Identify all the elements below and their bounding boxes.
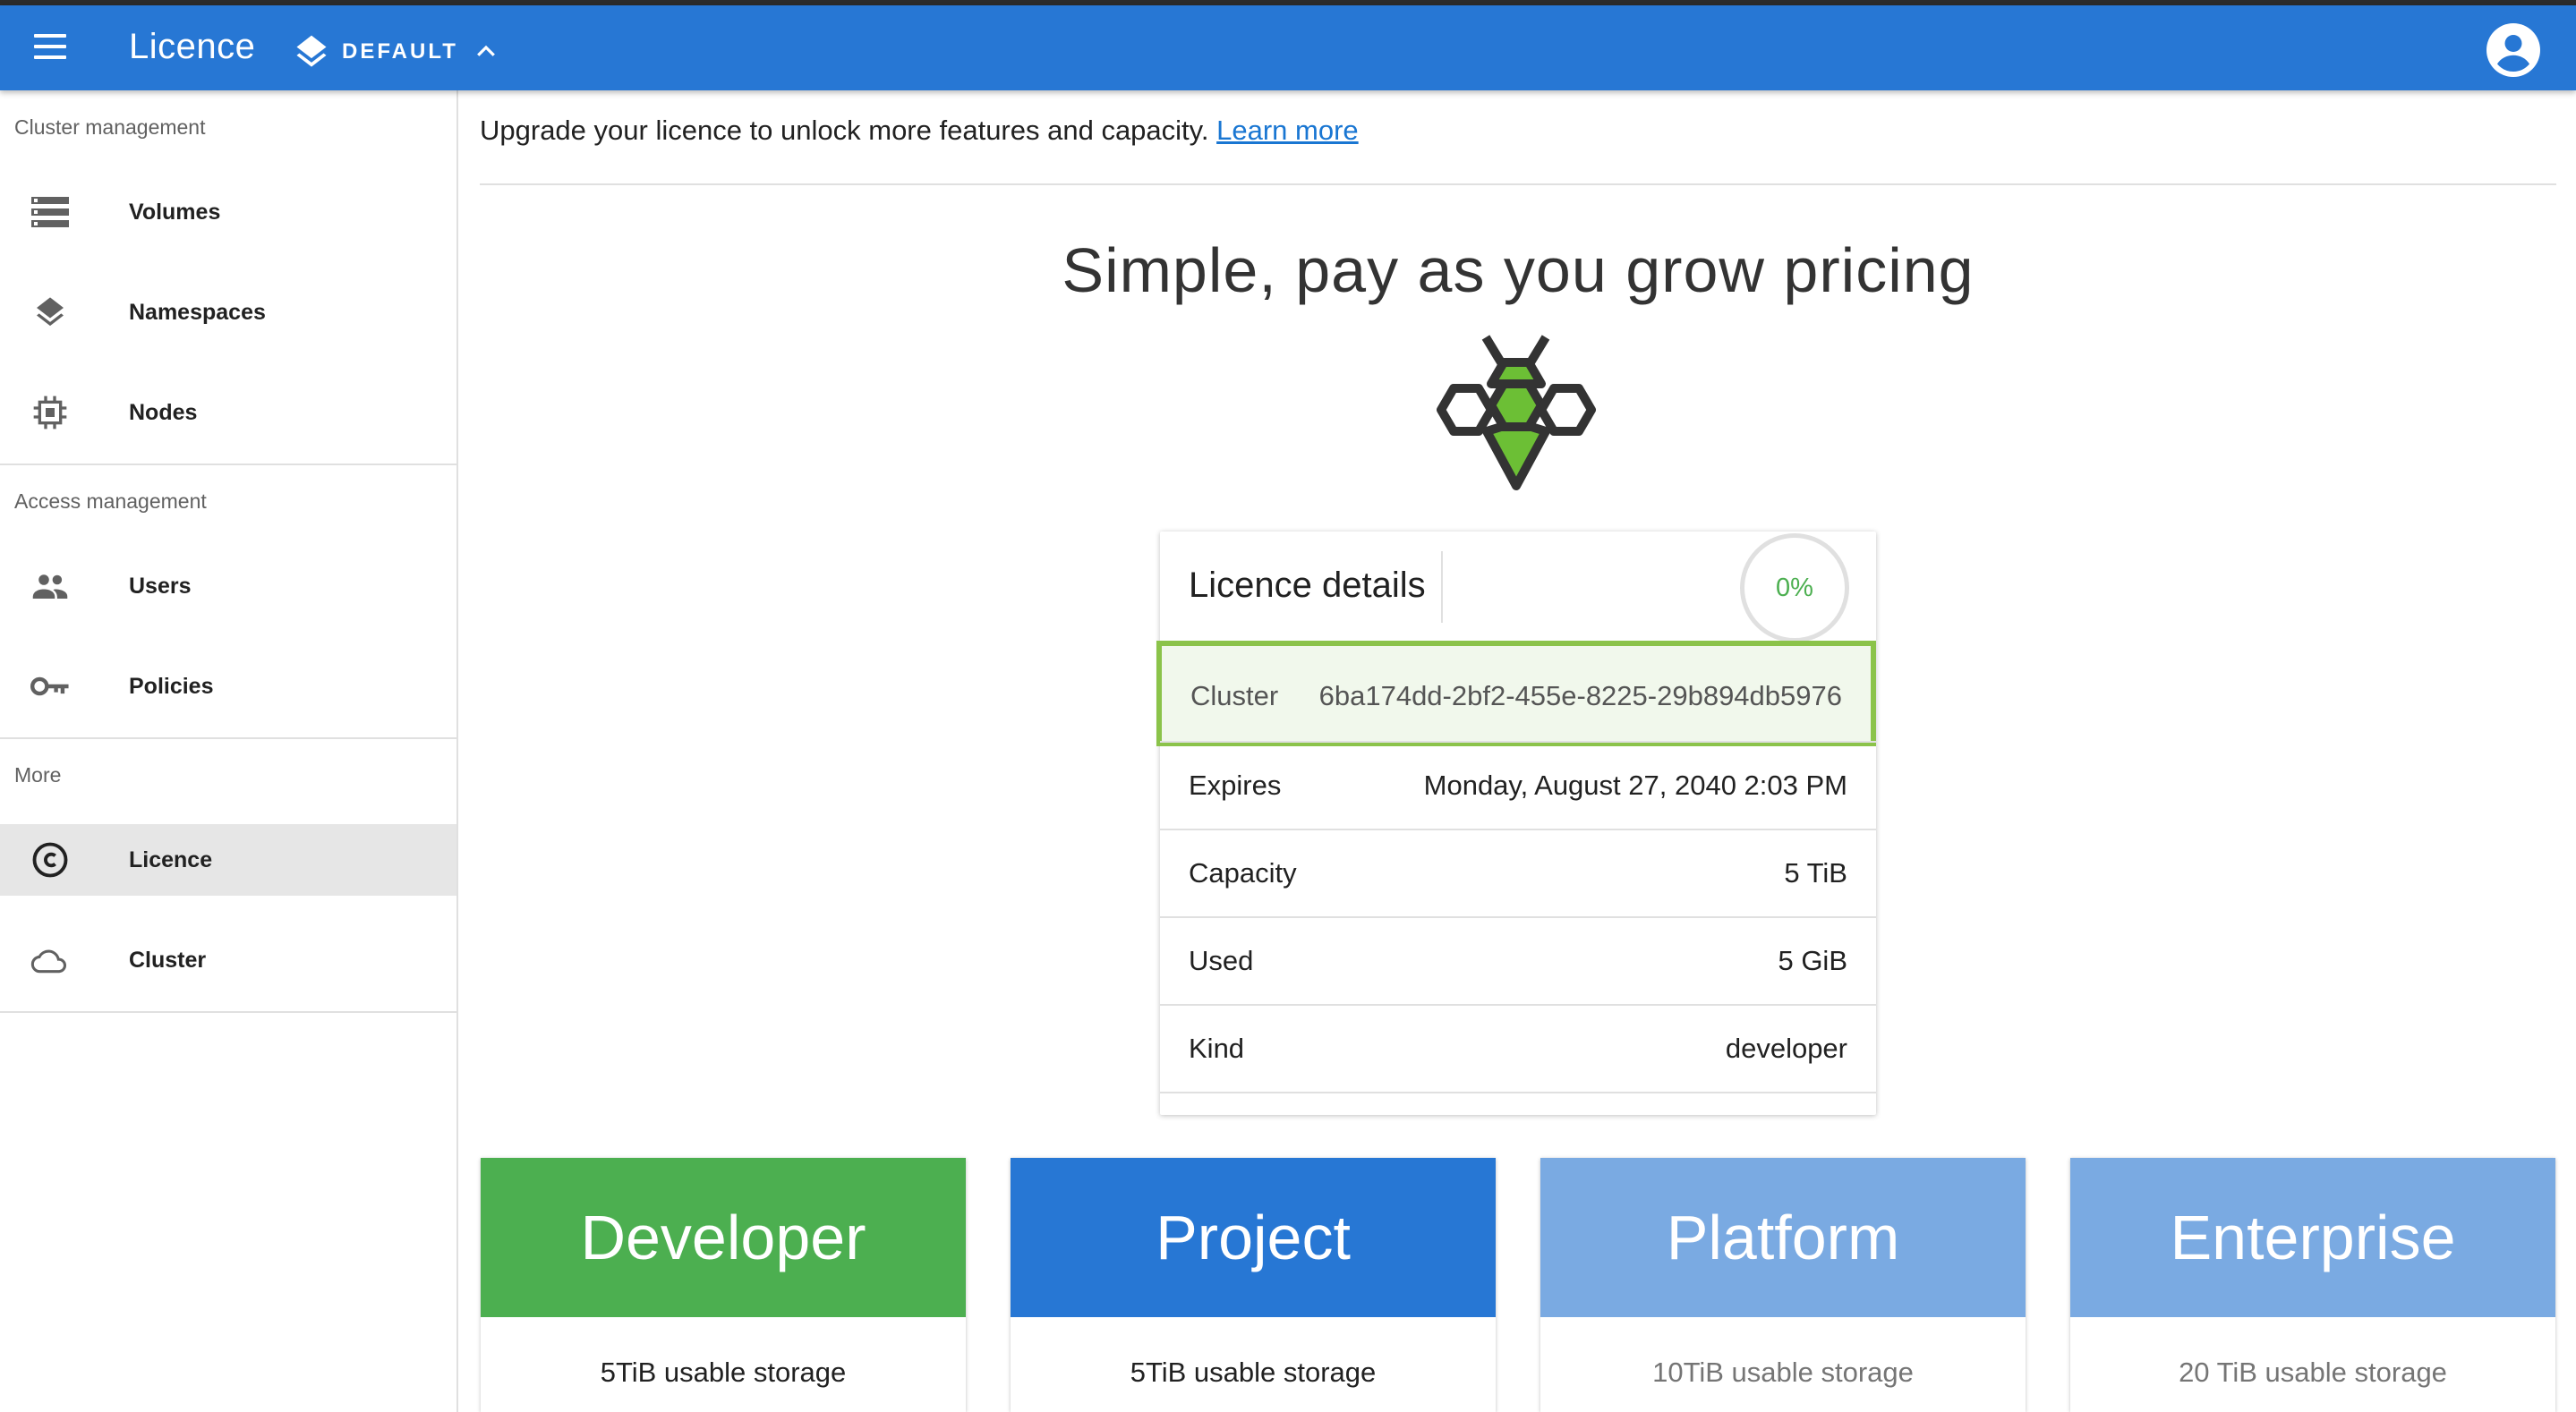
plan-name: Project	[1156, 1203, 1351, 1272]
plan-card-developer[interactable]: Developer 5TiB usable storage	[481, 1158, 966, 1412]
copyright-icon	[30, 840, 70, 880]
card-header-separator	[1441, 551, 1443, 623]
usage-percent: 0%	[1776, 573, 1813, 602]
licence-row-kind: Kind developer	[1160, 1004, 1876, 1093]
licence-row-value: 5 TiB	[1784, 857, 1847, 889]
licence-row-key: Kind	[1189, 1033, 1245, 1064]
plan-name: Enterprise	[2170, 1203, 2456, 1272]
sidebar-item-volumes[interactable]: Volumes	[0, 176, 456, 248]
licence-row-value: developer	[1725, 1033, 1847, 1064]
licence-row-capacity: Capacity 5 TiB	[1160, 829, 1876, 916]
plan-name: Platform	[1666, 1203, 1900, 1272]
chevron-up-icon[interactable]	[473, 38, 499, 65]
plan-header: Developer	[481, 1158, 966, 1317]
section-title-access-management: Access management	[14, 489, 207, 513]
sidebar-item-users[interactable]: Users	[0, 550, 456, 622]
plan-card-platform[interactable]: Platform 10TiB usable storage	[1540, 1158, 2026, 1412]
licence-row-key: Cluster	[1190, 680, 1279, 711]
licence-row-used: Used 5 GiB	[1160, 916, 1876, 1004]
page-title: Licence	[129, 27, 256, 66]
menu-button[interactable]	[30, 27, 72, 68]
sidebar-item-label: Licence	[129, 846, 213, 872]
plan-header: Enterprise	[2070, 1158, 2555, 1317]
licence-row-key: Capacity	[1189, 857, 1297, 889]
licence-row-value: Monday, August 27, 2040 2:03 PM	[1423, 770, 1847, 801]
learn-more-link[interactable]: Learn more	[1216, 115, 1359, 146]
layers-icon	[30, 293, 70, 332]
licence-row-expires: Expires Monday, August 27, 2040 2:03 PM	[1160, 741, 1876, 829]
plan-storage: 20 TiB usable storage	[2179, 1357, 2447, 1388]
licence-row-key: Expires	[1189, 770, 1282, 801]
storage-icon	[30, 192, 70, 232]
bee-hexagon-logo	[1437, 335, 1596, 490]
plan-storage: 5TiB usable storage	[600, 1357, 847, 1388]
section-title-cluster-management: Cluster management	[14, 115, 206, 139]
key-icon	[30, 667, 70, 706]
licence-details-card: Licence details 0% Cluster 6ba174dd-2bf2…	[1156, 532, 1876, 1115]
sidebar-item-cluster[interactable]: Cluster	[0, 924, 456, 996]
plan-card-project[interactable]: Project 5TiB usable storage	[1011, 1158, 1496, 1412]
sidebar-divider	[0, 464, 456, 465]
sidebar-divider	[0, 1011, 456, 1013]
layers-icon	[296, 35, 327, 67]
content-divider	[480, 183, 2556, 185]
app-bar: Licence DEFAULT	[0, 5, 2576, 90]
licence-row-value: 5 GiB	[1778, 945, 1847, 976]
sidebar-item-namespaces[interactable]: Namespaces	[0, 276, 456, 348]
plan-name: Developer	[580, 1203, 866, 1272]
plan-card-enterprise[interactable]: Enterprise 20 TiB usable storage	[2070, 1158, 2555, 1412]
upgrade-notice: Upgrade your licence to unlock more feat…	[480, 115, 1359, 147]
plan-header: Project	[1011, 1158, 1496, 1317]
cloud-icon	[30, 940, 70, 980]
account-circle-icon[interactable]	[2486, 23, 2540, 77]
plan-header: Platform	[1540, 1158, 2026, 1317]
sidebar-item-label: Policies	[129, 673, 214, 699]
cluster-id-value: 6ba174dd-2bf2-455e-8225-29b894db5976	[1318, 680, 1842, 711]
pricing-title: Simple, pay as you grow pricing	[1062, 235, 1975, 305]
card-title: Licence details	[1189, 566, 1426, 605]
sidebar-item-nodes[interactable]: Nodes	[0, 377, 456, 448]
sidebar-item-label: Users	[129, 573, 192, 599]
sidebar-item-licence[interactable]: Licence	[0, 824, 456, 896]
plan-storage: 10TiB usable storage	[1652, 1357, 1914, 1388]
licence-row-key: Used	[1189, 945, 1254, 976]
sidebar-item-label: Volumes	[129, 199, 221, 225]
section-title-more: More	[14, 763, 62, 787]
namespace-selector[interactable]: DEFAULT	[292, 32, 499, 72]
sidebar: Cluster management Volumes Namespaces No…	[0, 90, 458, 1412]
usage-progress-circle: 0%	[1740, 533, 1849, 642]
sidebar-item-label: Nodes	[129, 399, 198, 425]
people-icon	[30, 566, 70, 606]
plan-storage: 5TiB usable storage	[1130, 1357, 1377, 1388]
sidebar-item-label: Namespaces	[129, 299, 266, 325]
licence-row-cluster: Cluster 6ba174dd-2bf2-455e-8225-29b894db…	[1156, 641, 1876, 746]
memory-chip-icon	[30, 393, 70, 432]
sidebar-item-policies[interactable]: Policies	[0, 651, 456, 722]
sidebar-divider	[0, 737, 456, 739]
sidebar-item-label: Cluster	[129, 947, 207, 973]
namespace-label: DEFAULT	[342, 39, 458, 64]
upgrade-text: Upgrade your licence to unlock more feat…	[480, 115, 1209, 146]
